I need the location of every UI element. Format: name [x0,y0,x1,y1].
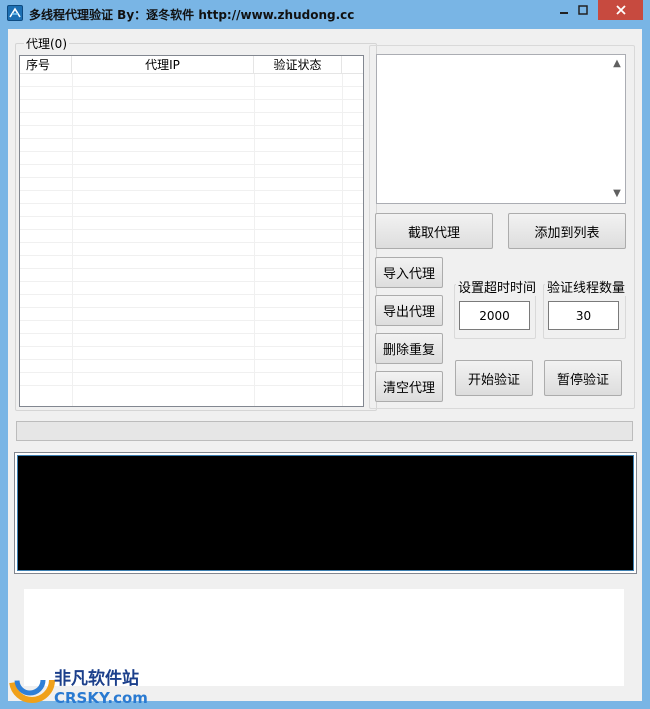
list-row-empty [20,87,363,100]
log-frame [14,452,637,574]
column-header-status[interactable]: 验证状态 [254,56,342,74]
threads-input[interactable]: 30 [548,301,619,330]
proxy-group-title: 代理(0) [24,35,69,52]
watermark-logo-icon [9,657,55,703]
list-row-empty [20,204,363,217]
list-rows [20,74,363,406]
column-header-index[interactable]: 序号 [20,56,72,74]
list-row-empty [20,74,363,87]
list-row-empty [20,308,363,321]
log-output[interactable] [17,455,634,571]
export-proxy-button[interactable]: 导出代理 [375,295,443,326]
remove-duplicates-button[interactable]: 删除重复 [375,333,443,364]
import-proxy-button[interactable]: 导入代理 [375,257,443,288]
list-row-empty [20,152,363,165]
list-row-empty [20,217,363,230]
list-row-empty [20,113,363,126]
timeout-input[interactable]: 2000 [459,301,530,330]
threads-label: 验证线程数量 [545,277,628,296]
window-title: 多线程代理验证 By：逐冬软件 http://www.zhudong.cc [29,8,355,22]
list-row-empty [20,334,363,347]
list-row-empty [20,230,363,243]
app-icon [7,5,23,21]
close-icon[interactable] [598,0,643,20]
list-row-empty [20,347,363,360]
list-row-empty [20,295,363,308]
clear-proxy-button[interactable]: 清空代理 [375,371,443,402]
title-bar[interactable]: 多线程代理验证 By：逐冬软件 http://www.zhudong.cc [0,0,650,28]
column-header-proxy-ip[interactable]: 代理IP [72,56,254,74]
list-row-empty [20,139,363,152]
list-row-empty [20,100,363,113]
capture-proxy-button[interactable]: 截取代理 [375,213,493,249]
list-row-empty [20,178,363,191]
add-to-list-button[interactable]: 添加到列表 [508,213,626,249]
list-row-empty [20,256,363,269]
start-verify-button[interactable]: 开始验证 [455,360,533,396]
list-row-empty [20,269,363,282]
watermark-cn-text: 非凡软件站 [54,669,139,689]
timeout-label: 设置超时时间 [456,277,539,296]
list-header: 序号 代理IP 验证状态 [20,56,363,74]
proxy-list-view[interactable]: 序号 代理IP 验证状态 [19,55,364,407]
client-area: 代理(0) 序号 代理IP 验证状态 ▲ ▼ 截取代理 添加到列表 导入代理 导… [8,29,642,701]
list-row-empty [20,360,363,373]
list-row-empty [20,191,363,204]
progress-bar [16,421,633,441]
proxy-input-textbox[interactable]: ▲ ▼ [376,54,626,204]
list-row-empty [20,126,363,139]
list-row-empty [20,282,363,295]
scroll-down-icon[interactable]: ▼ [611,188,623,200]
list-row-empty [20,373,363,386]
pause-verify-button[interactable]: 暂停验证 [544,360,622,396]
maximize-icon[interactable] [569,0,596,20]
app-window: 多线程代理验证 By：逐冬软件 http://www.zhudong.cc 代理… [0,0,650,709]
watermark: 非凡软件站 CRSKY.com [0,646,160,709]
list-row-empty [20,165,363,178]
watermark-en-text: CRSKY.com [54,689,148,707]
scroll-up-icon[interactable]: ▲ [611,58,623,70]
list-row-empty [20,321,363,334]
list-row-empty [20,243,363,256]
